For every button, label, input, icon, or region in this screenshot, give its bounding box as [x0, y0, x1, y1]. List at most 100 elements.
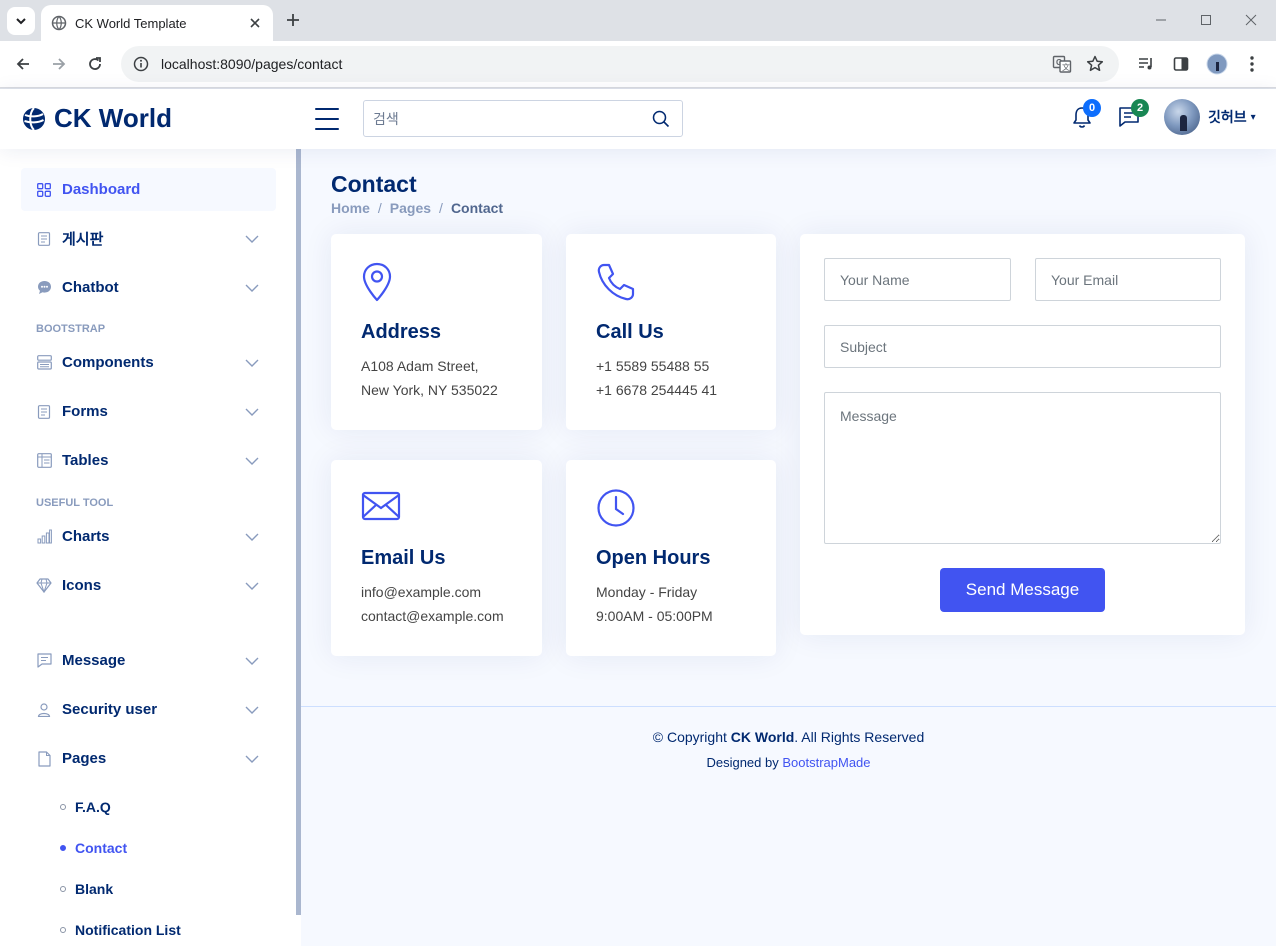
card-line: info@example.com: [361, 584, 482, 600]
chevron-down-icon: [245, 582, 259, 590]
sub-item-label: Blank: [75, 881, 114, 897]
app-header: CK World 0 2 깃허브 ▾: [0, 89, 1276, 149]
chevron-down-icon: [245, 755, 259, 763]
close-window-button[interactable]: [1228, 0, 1273, 40]
sidebar-item-label: Pages: [62, 750, 107, 767]
sidebar-item-components[interactable]: Components: [21, 341, 276, 384]
breadcrumb-home[interactable]: Home: [331, 200, 370, 216]
sidebar-item-security-user[interactable]: Security user: [21, 688, 276, 731]
profile-avatar-icon[interactable]: [1206, 53, 1228, 75]
profile-dropdown[interactable]: 깃허브 ▾: [1164, 99, 1256, 135]
menu-button-icon: [36, 355, 52, 371]
sidebar-item-chatbot[interactable]: Chatbot: [21, 266, 276, 309]
chevron-down-icon: [245, 235, 259, 243]
breadcrumb-pages[interactable]: Pages: [390, 200, 431, 216]
toggle-sidebar-button[interactable]: [315, 108, 339, 130]
circle-icon: [60, 927, 66, 933]
side-panel-icon[interactable]: [1170, 53, 1192, 75]
send-message-button[interactable]: Send Message: [940, 568, 1105, 612]
nav-heading-bootstrap: BOOTSTRAP: [36, 323, 106, 335]
sidebar-item-label: Charts: [62, 528, 110, 545]
bookmark-star-icon[interactable]: [1085, 54, 1105, 74]
logo[interactable]: CK World: [22, 103, 172, 134]
file-icon: [36, 750, 52, 767]
circle-icon: [60, 886, 66, 892]
tab-title: CK World Template: [75, 15, 187, 31]
sidebar-item-charts[interactable]: Charts: [21, 515, 276, 558]
journal-icon: [36, 231, 52, 247]
sub-item-faq[interactable]: F.A.Q: [60, 799, 111, 815]
copyright-brand: CK World: [730, 729, 795, 745]
call-us-card: Call Us +1 5589 55488 55 +1 6678 254445 …: [566, 234, 776, 430]
arrow-left-icon: [16, 58, 29, 70]
sub-item-notification-list[interactable]: Notification List: [60, 922, 181, 938]
hamburger-line: [315, 118, 339, 120]
maximize-icon: [1200, 15, 1211, 25]
geo-pin-icon: [362, 262, 392, 302]
address-bar[interactable]: localhost:8090/pages/contact: [121, 46, 1119, 82]
arrow-right-icon: [53, 58, 66, 70]
hamburger-line: [315, 128, 339, 130]
minimize-icon: [1155, 19, 1166, 21]
card-line: 9:00AM - 05:00PM: [596, 608, 713, 624]
sidebar-item-label: Message: [62, 652, 126, 669]
reload-button[interactable]: [81, 50, 109, 78]
breadcrumb-separator: /: [439, 200, 443, 216]
sidebar-item-label: Icons: [62, 577, 102, 594]
sidebar-item-icons[interactable]: Icons: [21, 564, 276, 607]
sidebar-item-tables[interactable]: Tables: [21, 439, 276, 482]
card-line: New York, NY 535022: [361, 382, 498, 398]
copyright-prefix: © Copyright: [652, 729, 727, 745]
url-text: localhost:8090/pages/contact: [161, 56, 343, 72]
circle-icon: [60, 804, 66, 810]
browser-tab[interactable]: CK World Template: [41, 5, 273, 41]
chevron-down-icon: [245, 457, 259, 465]
sub-item-blank[interactable]: Blank: [60, 881, 113, 897]
subject-field[interactable]: [824, 325, 1221, 368]
designer-link[interactable]: BootstrapMade: [782, 755, 870, 770]
translate-icon[interactable]: G文: [1052, 54, 1072, 74]
email-field[interactable]: [1035, 258, 1221, 301]
maximize-button[interactable]: [1183, 0, 1228, 40]
nav-heading-useful-tool: USEFUL TOOL: [36, 497, 114, 509]
notifications-button[interactable]: 0: [1071, 99, 1101, 134]
close-tab-icon[interactable]: [247, 15, 263, 31]
sidebar-item-dashboard[interactable]: Dashboard: [21, 168, 276, 211]
message-field[interactable]: [824, 392, 1221, 544]
sidebar-item-board[interactable]: 게시판: [21, 217, 276, 260]
avatar: [1164, 99, 1200, 135]
name-field[interactable]: [824, 258, 1011, 301]
telephone-icon: [597, 263, 635, 301]
card-line: +1 6678 254445 41: [596, 382, 718, 398]
sidebar-item-pages[interactable]: Pages: [21, 737, 276, 780]
back-button[interactable]: [9, 50, 37, 78]
sub-item-contact[interactable]: Contact: [60, 840, 127, 856]
card-line: A108 Adam Street,: [361, 358, 479, 374]
sidebar-item-forms[interactable]: Forms: [21, 390, 276, 433]
info-icon[interactable]: [133, 56, 149, 72]
search-input[interactable]: [364, 110, 634, 127]
envelope-icon: [361, 491, 401, 521]
sidebar-item-message[interactable]: Message: [21, 639, 276, 682]
media-control-icon[interactable]: [1135, 53, 1157, 75]
footer-copyright: © Copyright CK World. All Rights Reserve…: [301, 729, 1276, 745]
chevron-down-icon: [245, 533, 259, 541]
card-title: Email Us: [361, 547, 446, 569]
more-menu-icon[interactable]: [1241, 53, 1263, 75]
breadcrumb-separator: /: [377, 200, 382, 216]
journal-text-icon: [36, 404, 52, 420]
card-title: Address: [361, 321, 442, 343]
card-line: contact@example.com: [361, 608, 504, 624]
address-card: Address A108 Adam Street, New York, NY 5…: [331, 234, 542, 430]
copyright-suffix: . All Rights Reserved: [794, 729, 925, 745]
logo-text: CK World: [54, 103, 172, 133]
circle-icon: [60, 845, 66, 851]
footer-divider: [301, 706, 1276, 707]
messages-button[interactable]: 2: [1117, 99, 1149, 134]
tab-search-button[interactable]: [7, 7, 35, 35]
chat-left-text-icon: [36, 653, 52, 669]
search-icon[interactable]: [652, 110, 670, 133]
forward-button[interactable]: [45, 50, 73, 78]
new-tab-button[interactable]: [282, 9, 304, 31]
minimize-button[interactable]: [1138, 0, 1183, 40]
